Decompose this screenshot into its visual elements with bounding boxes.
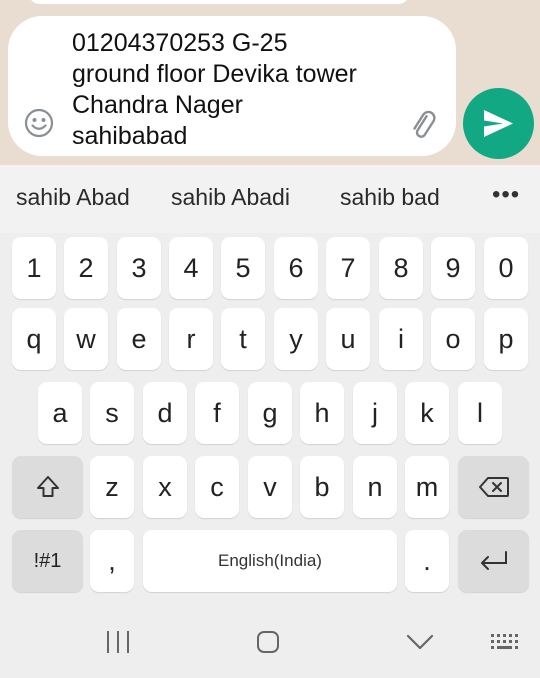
key-b[interactable]: b <box>300 456 344 518</box>
key-7[interactable]: 7 <box>326 237 370 299</box>
shift-icon <box>36 476 59 497</box>
key-s[interactable]: s <box>90 382 134 444</box>
message-compose-box[interactable]: 01204370253 G-25 ground floor Devika tow… <box>8 16 456 156</box>
key-f[interactable]: f <box>195 382 239 444</box>
shift-key[interactable] <box>12 456 83 518</box>
key-3[interactable]: 3 <box>117 237 161 299</box>
key-n[interactable]: n <box>353 456 397 518</box>
key-l[interactable]: l <box>458 382 502 444</box>
recents-icon[interactable] <box>105 630 131 654</box>
key-q[interactable]: q <box>12 308 56 370</box>
key-r[interactable]: r <box>169 308 213 370</box>
send-button[interactable] <box>463 88 534 159</box>
navigation-bar <box>0 600 540 678</box>
key-1[interactable]: 1 <box>12 237 56 299</box>
key-v[interactable]: v <box>248 456 292 518</box>
key-0[interactable]: 0 <box>484 237 528 299</box>
key-x[interactable]: x <box>143 456 187 518</box>
message-input[interactable]: 01204370253 G-25 ground floor Devika tow… <box>72 28 402 152</box>
key-o[interactable]: o <box>431 308 475 370</box>
key-2[interactable]: 2 <box>64 237 108 299</box>
space-key[interactable]: English(India) <box>143 530 397 592</box>
enter-key[interactable] <box>458 530 529 592</box>
key-j[interactable]: j <box>353 382 397 444</box>
more-suggestions-button[interactable]: ••• <box>492 181 520 209</box>
comma-key[interactable]: , <box>90 530 134 592</box>
key-9[interactable]: 9 <box>431 237 475 299</box>
key-t[interactable]: t <box>221 308 265 370</box>
key-z[interactable]: z <box>90 456 134 518</box>
key-6[interactable]: 6 <box>274 237 318 299</box>
keyboard-icon[interactable] <box>490 632 520 652</box>
key-p[interactable]: p <box>484 308 528 370</box>
emoji-icon[interactable] <box>24 108 54 138</box>
enter-icon <box>480 551 507 570</box>
previous-message-bubble <box>28 0 410 4</box>
key-m[interactable]: m <box>405 456 449 518</box>
suggestion-item[interactable]: sahib Abadi <box>171 184 290 211</box>
home-icon[interactable] <box>256 630 280 654</box>
key-e[interactable]: e <box>117 308 161 370</box>
suggestion-item[interactable]: sahib bad <box>340 184 440 211</box>
key-g[interactable]: g <box>248 382 292 444</box>
send-icon <box>484 110 513 137</box>
period-key[interactable]: . <box>405 530 449 592</box>
key-i[interactable]: i <box>379 308 423 370</box>
key-u[interactable]: u <box>326 308 370 370</box>
backspace-icon <box>478 477 509 497</box>
back-chevron-icon[interactable] <box>406 633 434 651</box>
paperclip-icon[interactable] <box>406 108 440 142</box>
key-8[interactable]: 8 <box>379 237 423 299</box>
suggestion-item[interactable]: sahib Abad <box>16 184 130 211</box>
key-5[interactable]: 5 <box>221 237 265 299</box>
key-a[interactable]: a <box>38 382 82 444</box>
key-c[interactable]: c <box>195 456 239 518</box>
key-h[interactable]: h <box>300 382 344 444</box>
key-w[interactable]: w <box>64 308 108 370</box>
chat-background: 01204370253 G-25 ground floor Devika tow… <box>0 0 540 165</box>
key-y[interactable]: y <box>274 308 318 370</box>
suggestion-bar: sahib Abad sahib Abadi sahib bad ••• <box>0 165 540 233</box>
symbols-key[interactable]: !#1 <box>12 530 83 592</box>
key-4[interactable]: 4 <box>169 237 213 299</box>
key-d[interactable]: d <box>143 382 187 444</box>
key-k[interactable]: k <box>405 382 449 444</box>
backspace-key[interactable] <box>458 456 529 518</box>
